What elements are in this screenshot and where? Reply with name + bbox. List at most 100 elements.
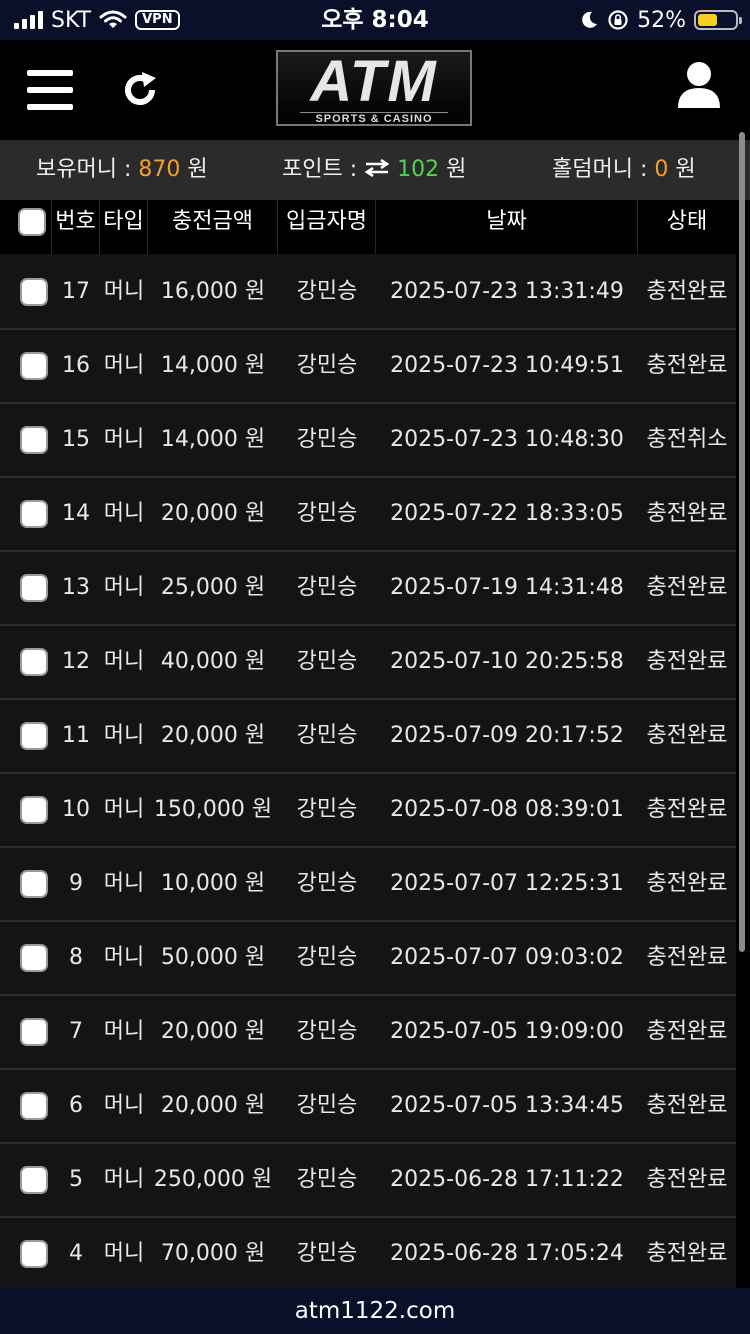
logo-text: ATM — [310, 49, 438, 114]
row-checkbox[interactable] — [20, 944, 48, 972]
row-type: 머니 — [103, 427, 145, 452]
row-type: 머니 — [103, 1167, 145, 1192]
row-no: 12 — [62, 649, 90, 674]
row-depositor: 강민승 — [296, 279, 358, 304]
refresh-icon[interactable] — [118, 68, 162, 112]
table-row[interactable]: 15 머니 14,000 원 강민승 2025-07-23 10:48:30 충전취소 — [0, 404, 736, 478]
row-type: 머니 — [103, 871, 145, 896]
row-depositor: 강민승 — [296, 723, 358, 748]
row-no: 8 — [69, 945, 83, 970]
header-no[interactable]: 번호 — [52, 200, 100, 254]
row-depositor: 강민승 — [296, 945, 358, 970]
holding-money: 보유머니 : 870 원 — [36, 140, 208, 200]
point-unit: 원 — [439, 157, 467, 182]
table-row[interactable]: 9 머니 10,000 원 강민승 2025-07-07 12:25:31 충전완료 — [0, 848, 736, 922]
battery-fill — [698, 14, 717, 26]
status-bar: SKT VPN 오후 8:04 52% — [0, 0, 750, 40]
row-date: 2025-07-05 13:34:45 — [390, 1093, 624, 1118]
select-all-checkbox[interactable] — [18, 208, 46, 236]
table-row[interactable]: 14 머니 20,000 원 강민승 2025-07-22 18:33:05 충전완료 — [0, 478, 736, 552]
header-amount[interactable]: 충전금액 — [148, 200, 278, 254]
row-checkbox[interactable] — [20, 870, 48, 898]
row-date: 2025-07-23 10:48:30 — [390, 427, 624, 452]
holding-money-value: 870 — [138, 157, 181, 182]
table-row[interactable]: 13 머니 25,000 원 강민승 2025-07-19 14:31:48 충전완료 — [0, 552, 736, 626]
charge-history-table[interactable]: 번호 타입 충전금액 입금자명 날짜 상태 17 머니 16,000 원 강민승 202… — [0, 200, 736, 1288]
row-type: 머니 — [103, 1241, 145, 1266]
header-depositor[interactable]: 입금자명 — [278, 200, 376, 254]
header-type[interactable]: 타입 — [100, 200, 148, 254]
holding-money-label: 보유머니 : — [36, 157, 139, 182]
row-checkbox[interactable] — [20, 1166, 48, 1194]
row-date: 2025-07-10 20:25:58 — [390, 649, 624, 674]
point-value: 102 — [397, 157, 440, 182]
row-depositor: 강민승 — [296, 1167, 358, 1192]
table-row[interactable]: 7 머니 20,000 원 강민승 2025-07-05 19:09:00 충전완료 — [0, 996, 736, 1070]
header-date[interactable]: 날짜 — [376, 200, 638, 254]
row-checkbox[interactable] — [20, 1240, 48, 1268]
rotation-lock-icon — [608, 10, 628, 30]
row-amount: 250,000 원 — [153, 1167, 273, 1192]
row-date: 2025-07-23 10:49:51 — [390, 353, 624, 378]
row-checkbox[interactable] — [20, 796, 48, 824]
row-status: 충전완료 — [646, 1093, 728, 1118]
row-status: 충전완료 — [646, 723, 728, 748]
row-amount: 50,000 원 — [160, 945, 266, 970]
table-row[interactable]: 6 머니 20,000 원 강민승 2025-07-05 13:34:45 충전완료 — [0, 1070, 736, 1144]
row-no: 16 — [62, 353, 90, 378]
holdem-money: 홀덤머니 : 0 원 — [552, 140, 696, 200]
scrollbar[interactable] — [739, 132, 745, 952]
row-type: 머니 — [103, 279, 145, 304]
table-row[interactable]: 4 머니 70,000 원 강민승 2025-06-28 17:05:24 충전완료 — [0, 1218, 736, 1288]
row-no: 17 — [62, 279, 90, 304]
logo-subtitle: SPORTS & CASINO — [300, 112, 448, 125]
row-type: 머니 — [103, 575, 145, 600]
row-date: 2025-06-28 17:11:22 — [390, 1167, 624, 1192]
row-amount: 70,000 원 — [160, 1241, 266, 1266]
row-no: 14 — [62, 501, 90, 526]
row-date: 2025-07-22 18:33:05 — [390, 501, 624, 526]
row-no: 11 — [62, 723, 90, 748]
row-checkbox[interactable] — [20, 1018, 48, 1046]
table-row[interactable]: 17 머니 16,000 원 강민승 2025-07-23 13:31:49 충전완료 — [0, 256, 736, 330]
hamburger-menu-icon[interactable] — [27, 70, 73, 110]
row-type: 머니 — [103, 797, 145, 822]
row-no: 4 — [69, 1241, 83, 1266]
row-checkbox[interactable] — [20, 1092, 48, 1120]
point-money[interactable]: 포인트 : 102 원 — [282, 140, 466, 200]
row-checkbox[interactable] — [20, 574, 48, 602]
row-depositor: 강민승 — [296, 797, 358, 822]
table-row[interactable]: 16 머니 14,000 원 강민승 2025-07-23 10:49:51 충전완료 — [0, 330, 736, 404]
table-row[interactable]: 11 머니 20,000 원 강민승 2025-07-09 20:17:52 충전완료 — [0, 700, 736, 774]
exchange-arrows-icon[interactable] — [364, 158, 390, 178]
row-checkbox[interactable] — [20, 500, 48, 528]
atm-logo[interactable]: ATM SPORTS & CASINO — [276, 50, 472, 126]
table-row[interactable]: 10 머니 150,000 원 강민승 2025-07-08 08:39:01 충전완료 — [0, 774, 736, 848]
row-status: 충전완료 — [646, 279, 728, 304]
row-checkbox[interactable] — [20, 426, 48, 454]
row-checkbox[interactable] — [20, 352, 48, 380]
row-depositor: 강민승 — [296, 575, 358, 600]
status-right: 52% — [579, 0, 742, 40]
table-row[interactable]: 8 머니 50,000 원 강민승 2025-07-07 09:03:02 충전완료 — [0, 922, 736, 996]
table-row[interactable]: 12 머니 40,000 원 강민승 2025-07-10 20:25:58 충전완료 — [0, 626, 736, 700]
row-checkbox[interactable] — [20, 648, 48, 676]
header-status[interactable]: 상태 — [638, 200, 736, 254]
row-depositor: 강민승 — [296, 1093, 358, 1118]
moon-icon — [582, 11, 598, 28]
table-row[interactable]: 5 머니 250,000 원 강민승 2025-06-28 17:11:22 충전완료 — [0, 1144, 736, 1218]
row-checkbox[interactable] — [20, 722, 48, 750]
row-checkbox[interactable] — [20, 278, 48, 306]
row-status: 충전완료 — [646, 797, 728, 822]
holdem-value: 0 — [654, 157, 669, 182]
row-no: 9 — [69, 871, 83, 896]
row-amount: 25,000 원 — [160, 575, 266, 600]
row-type: 머니 — [103, 1019, 145, 1044]
row-depositor: 강민승 — [296, 353, 358, 378]
site-url: atm1122.com — [294, 1298, 456, 1324]
row-amount: 20,000 원 — [160, 501, 266, 526]
url-bar[interactable]: atm1122.com — [0, 1288, 750, 1334]
holdem-label: 홀덤머니 : — [552, 157, 655, 182]
user-icon[interactable] — [676, 60, 722, 110]
row-date: 2025-07-07 12:25:31 — [390, 871, 624, 896]
